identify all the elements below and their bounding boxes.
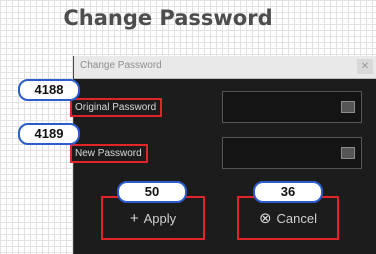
dialog-title: Change Password bbox=[80, 60, 162, 71]
keyboard-icon[interactable] bbox=[341, 147, 355, 159]
page-title: Change Password bbox=[63, 6, 273, 30]
annotation-badge-new-password: 4189 bbox=[18, 123, 80, 145]
cancel-button-label: Cancel bbox=[276, 210, 318, 226]
annotation-badge-apply: 50 bbox=[117, 181, 187, 203]
new-password-field[interactable] bbox=[222, 137, 362, 169]
apply-button-label: Apply bbox=[143, 210, 177, 226]
original-password-field[interactable] bbox=[222, 91, 362, 123]
annotation-badge-cancel: 36 bbox=[253, 181, 323, 203]
annotation-badge-original-password: 4188 bbox=[18, 79, 80, 101]
cancel-circle-icon: ⊗ bbox=[258, 210, 272, 227]
close-icon[interactable]: ✕ bbox=[357, 59, 373, 74]
dialog-titlebar: Change Password ✕ bbox=[74, 56, 376, 79]
new-password-label: New Password bbox=[70, 144, 148, 163]
keyboard-icon[interactable] bbox=[341, 101, 355, 113]
original-password-label: Original Password bbox=[70, 98, 163, 117]
plus-icon: + bbox=[129, 209, 139, 227]
